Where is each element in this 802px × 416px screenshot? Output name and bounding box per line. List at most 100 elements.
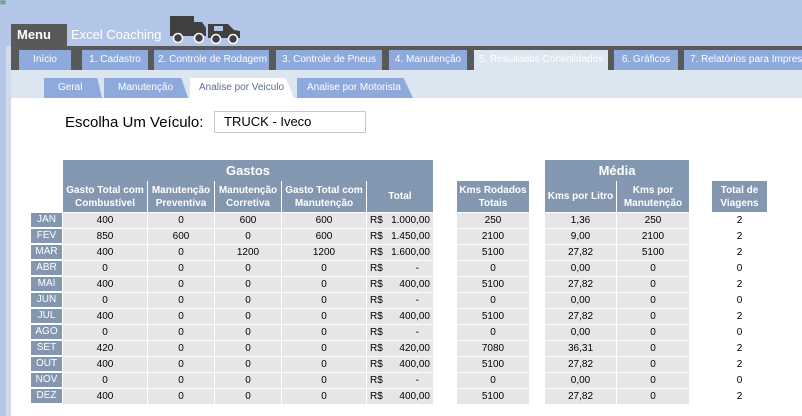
nav-tab-manutencao[interactable]: 4. Manutenção <box>389 50 467 70</box>
table-cell-total: R$ 400,00 <box>367 357 433 372</box>
table-cell-gasto-manut: 0 <box>282 373 366 388</box>
currency-symbol: R$ <box>370 231 383 242</box>
total-value: 1.600,00 <box>391 247 430 258</box>
table-cell-kms: 0 <box>457 373 529 388</box>
month-label: NOV <box>31 373 62 387</box>
total-value: - <box>415 327 419 338</box>
table-cell-combustivel: 420 <box>63 341 147 356</box>
month-label: ABR <box>31 261 62 275</box>
table-cell-kms-manut: 2100 <box>617 229 689 244</box>
table-cell-preventiva: 0 <box>148 245 214 260</box>
nav-tab-resultados-consolidados[interactable]: 5. Resultados Consolidados <box>474 50 608 70</box>
media-header: Média <box>545 160 689 181</box>
table-cell-kms-litro: 27,82 <box>545 277 616 292</box>
subtab-analise-motorista[interactable]: Analise por Motorista <box>297 78 413 98</box>
table-cell-combustivel: 0 <box>63 373 147 388</box>
total-value: 420,00 <box>399 343 430 354</box>
header-total: Total <box>367 181 433 212</box>
table-cell-gasto-manut: 600 <box>282 213 366 228</box>
table-cell-combustivel: 0 <box>63 325 147 340</box>
table-cell-total: R$ - <box>367 261 433 276</box>
table-cell-kms: 0 <box>457 261 529 276</box>
table-cell-viagens: 2 <box>736 343 743 354</box>
total-value: 400,00 <box>399 359 430 370</box>
table-cell-kms: 5100 <box>457 277 529 292</box>
table-cell-corretiva: 0 <box>215 261 281 276</box>
table-cell-kms-manut: 0 <box>617 261 689 276</box>
excel-mark-icon: ⊞ <box>0 0 6 6</box>
month-label: JUL <box>31 309 62 323</box>
subtab-manutencao[interactable]: Manutenção <box>104 78 188 98</box>
total-value: 1.450,00 <box>391 231 430 242</box>
table-cell-kms-litro: 27,82 <box>545 309 616 324</box>
table-cell-viagens: 0 <box>736 263 743 274</box>
table-cell-preventiva: 0 <box>148 309 214 324</box>
nav-tab-relatorios[interactable]: 7. Relatórios para Impressão <box>684 50 802 70</box>
nav-tab-controle-pneus[interactable]: 3. Controle de Pneus <box>276 50 382 70</box>
table-cell-viagens: 2 <box>736 359 743 370</box>
table-cell-viagens: 0 <box>736 375 743 386</box>
currency-symbol: R$ <box>370 391 383 402</box>
table-cell-combustivel: 850 <box>63 229 147 244</box>
currency-symbol: R$ <box>370 327 383 338</box>
table-cell-combustivel: 400 <box>63 213 147 228</box>
table-cell-kms: 5100 <box>457 245 529 260</box>
currency-symbol: R$ <box>370 279 383 290</box>
table-cell-gasto-manut: 1200 <box>282 245 366 260</box>
subtab-analise-veiculo[interactable]: Analise por Veiculo <box>190 78 294 98</box>
gastos-header: Gastos <box>63 160 433 181</box>
table-cell-kms-manut: 0 <box>617 325 689 340</box>
table-cell-kms-litro: 27,82 <box>545 357 616 372</box>
table-cell-corretiva: 0 <box>215 229 281 244</box>
table-cell-kms-litro: 0,00 <box>545 293 616 308</box>
table-cell-total: R$ - <box>367 373 433 388</box>
table-cell-preventiva: 0 <box>148 341 214 356</box>
table-cell-kms-manut: 0 <box>617 341 689 356</box>
nav-tab-cadastro[interactable]: 1. Cadastro <box>82 50 148 70</box>
table-cell-preventiva: 0 <box>148 293 214 308</box>
table-cell-corretiva: 1200 <box>215 245 281 260</box>
nav-tab-graficos[interactable]: 6. Gráficos <box>614 50 678 70</box>
table-cell-preventiva: 0 <box>148 213 214 228</box>
total-value: 400,00 <box>399 311 430 322</box>
table-cell-total: R$ - <box>367 293 433 308</box>
header-manutencao-corretiva: Manutenção Corretiva <box>215 181 281 212</box>
nav-tab-controle-rodagem[interactable]: 2. Controle de Rodagem <box>154 50 269 70</box>
month-label: DEZ <box>31 389 62 403</box>
table-cell-kms-manut: 0 <box>617 293 689 308</box>
table-cell-combustivel: 400 <box>63 389 147 404</box>
table-cell-corretiva: 600 <box>215 213 281 228</box>
menu-button[interactable]: Menu <box>11 24 67 46</box>
header-kms-por-litro: Kms por Litro <box>545 181 616 212</box>
table-cell-preventiva: 0 <box>148 389 214 404</box>
total-value: 400,00 <box>399 391 430 402</box>
table-cell-viagens: 2 <box>736 247 743 258</box>
table-cell-preventiva: 0 <box>148 261 214 276</box>
table-cell-total: R$ 400,00 <box>367 309 433 324</box>
table-cell-corretiva: 0 <box>215 309 281 324</box>
table-cell-viagens: 2 <box>736 391 743 402</box>
table-cell-preventiva: 0 <box>148 277 214 292</box>
table-cell-gasto-manut: 0 <box>282 357 366 372</box>
month-label: MAI <box>31 277 62 291</box>
table-cell-preventiva: 0 <box>148 373 214 388</box>
header-gasto-combustivel: Gasto Total com Combustível <box>63 181 147 212</box>
table-cell-viagens: 2 <box>736 231 743 242</box>
table-cell-total: R$ 400,00 <box>367 389 433 404</box>
vehicle-select[interactable]: TRUCK - Iveco <box>214 111 366 133</box>
table-cell-gasto-manut: 0 <box>282 341 366 356</box>
total-value: - <box>415 295 419 306</box>
nav-tab-inicio[interactable]: Início <box>19 50 71 70</box>
table-cell-combustivel: 400 <box>63 309 147 324</box>
subtab-geral[interactable]: Geral <box>44 78 102 98</box>
month-label: FEV <box>31 229 62 243</box>
table-cell-total: R$ 420,00 <box>367 341 433 356</box>
truck-icon <box>170 16 240 45</box>
table-cell-kms-manut: 0 <box>617 389 689 404</box>
table-cell-kms: 5100 <box>457 357 529 372</box>
table-cell-kms: 2100 <box>457 229 529 244</box>
table-cell-combustivel: 400 <box>63 357 147 372</box>
table-cell-kms-manut: 0 <box>617 277 689 292</box>
table-cell-gasto-manut: 0 <box>282 325 366 340</box>
table-cell-viagens: 0 <box>736 295 743 306</box>
